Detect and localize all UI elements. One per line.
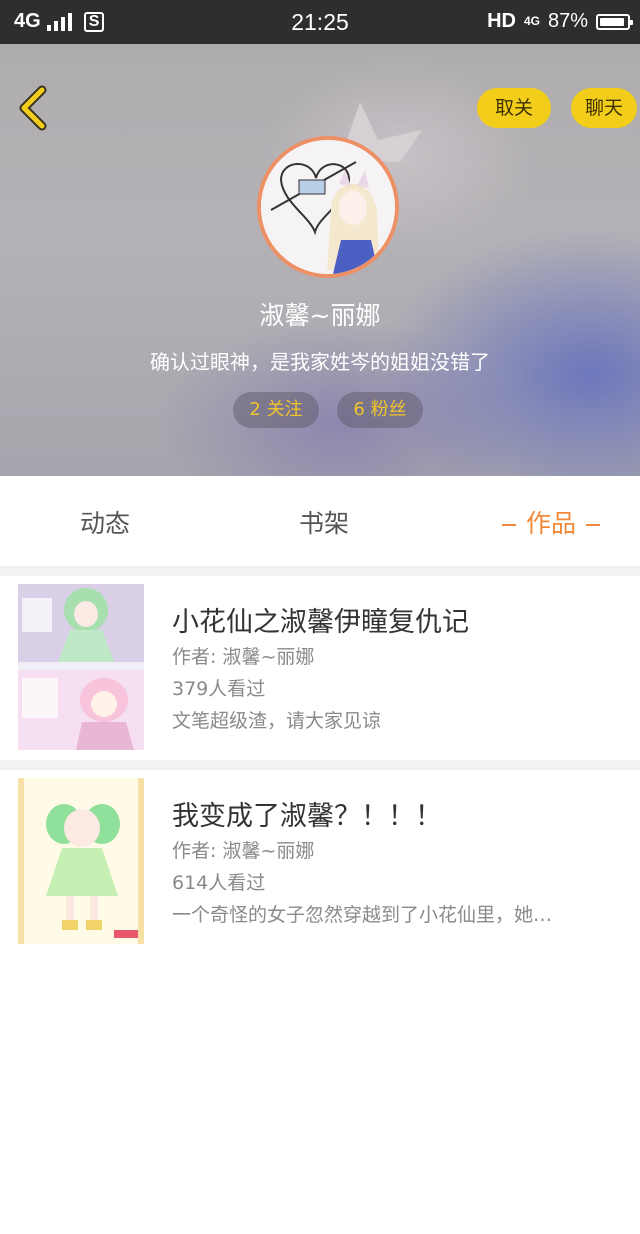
user-bio: 确认过眼神，是我家姓岑的姐姐没错了 [150,350,490,374]
tab-label: 书架 [299,509,350,538]
work-views: 614人看过 [172,872,266,894]
work-author: 作者: 淑馨~丽娜 [172,646,315,668]
tab-label: 动态 [80,509,131,538]
divider [0,566,640,576]
work-title: 我变成了淑馨？！！！ [172,801,442,832]
network-4g-icon: 4G [523,14,540,28]
work-item[interactable]: 我变成了淑馨？！！！ 作者: 淑馨~丽娜 614人看过 一个奇怪的女子忽然穿越到… [10,770,640,954]
work-cover-image[interactable] [18,778,144,944]
work-description: 一个奇怪的女子忽然穿越到了小花仙里，她… [172,904,553,926]
unfollow-button[interactable]: 取关 [477,88,551,128]
hd-indicator: HD [487,10,516,32]
tab-label: 作品 [526,509,577,538]
avatar-image [261,140,395,274]
profile-tabs: 动态 书架 作品 [0,476,640,566]
chat-button[interactable]: 聊天 [571,88,637,128]
tab-dynamics[interactable]: 动态 [80,504,130,540]
status-right: HD 4G 87% [487,10,633,33]
divider [0,760,640,770]
profile-header: 取关 聊天 淑馨~丽娜 确认过眼神，是我家姓岑的姐姐没错了 2 关注 6 粉丝 [0,44,640,476]
battery-percent: 87% [547,10,588,32]
battery-icon [596,13,633,30]
work-item[interactable]: 小花仙之淑馨伊瞳复仇记 作者: 淑馨~丽娜 379人看过 文笔超级渣，请大家见谅 [10,576,640,760]
back-button[interactable] [14,84,54,132]
active-indicator-right [586,524,601,526]
tab-works[interactable]: 作品 [492,504,610,540]
status-bar: 4G S 21:25 HD 4G 87% [0,0,640,44]
work-views: 379人看过 [172,678,266,700]
chevron-left-icon [19,85,47,131]
username: 淑馨~丽娜 [259,301,381,330]
work-description: 文笔超级渣，请大家见谅 [172,710,382,732]
following-count-button[interactable]: 2 关注 [233,392,319,428]
work-author: 作者: 淑馨~丽娜 [172,840,315,862]
active-indicator-left [502,524,516,526]
avatar[interactable] [257,136,399,278]
tab-bookshelf[interactable]: 书架 [299,504,349,540]
work-cover-image[interactable] [18,584,144,750]
fans-count-button[interactable]: 6 粉丝 [337,392,423,428]
work-title: 小花仙之淑馨伊瞳复仇记 [172,607,469,638]
